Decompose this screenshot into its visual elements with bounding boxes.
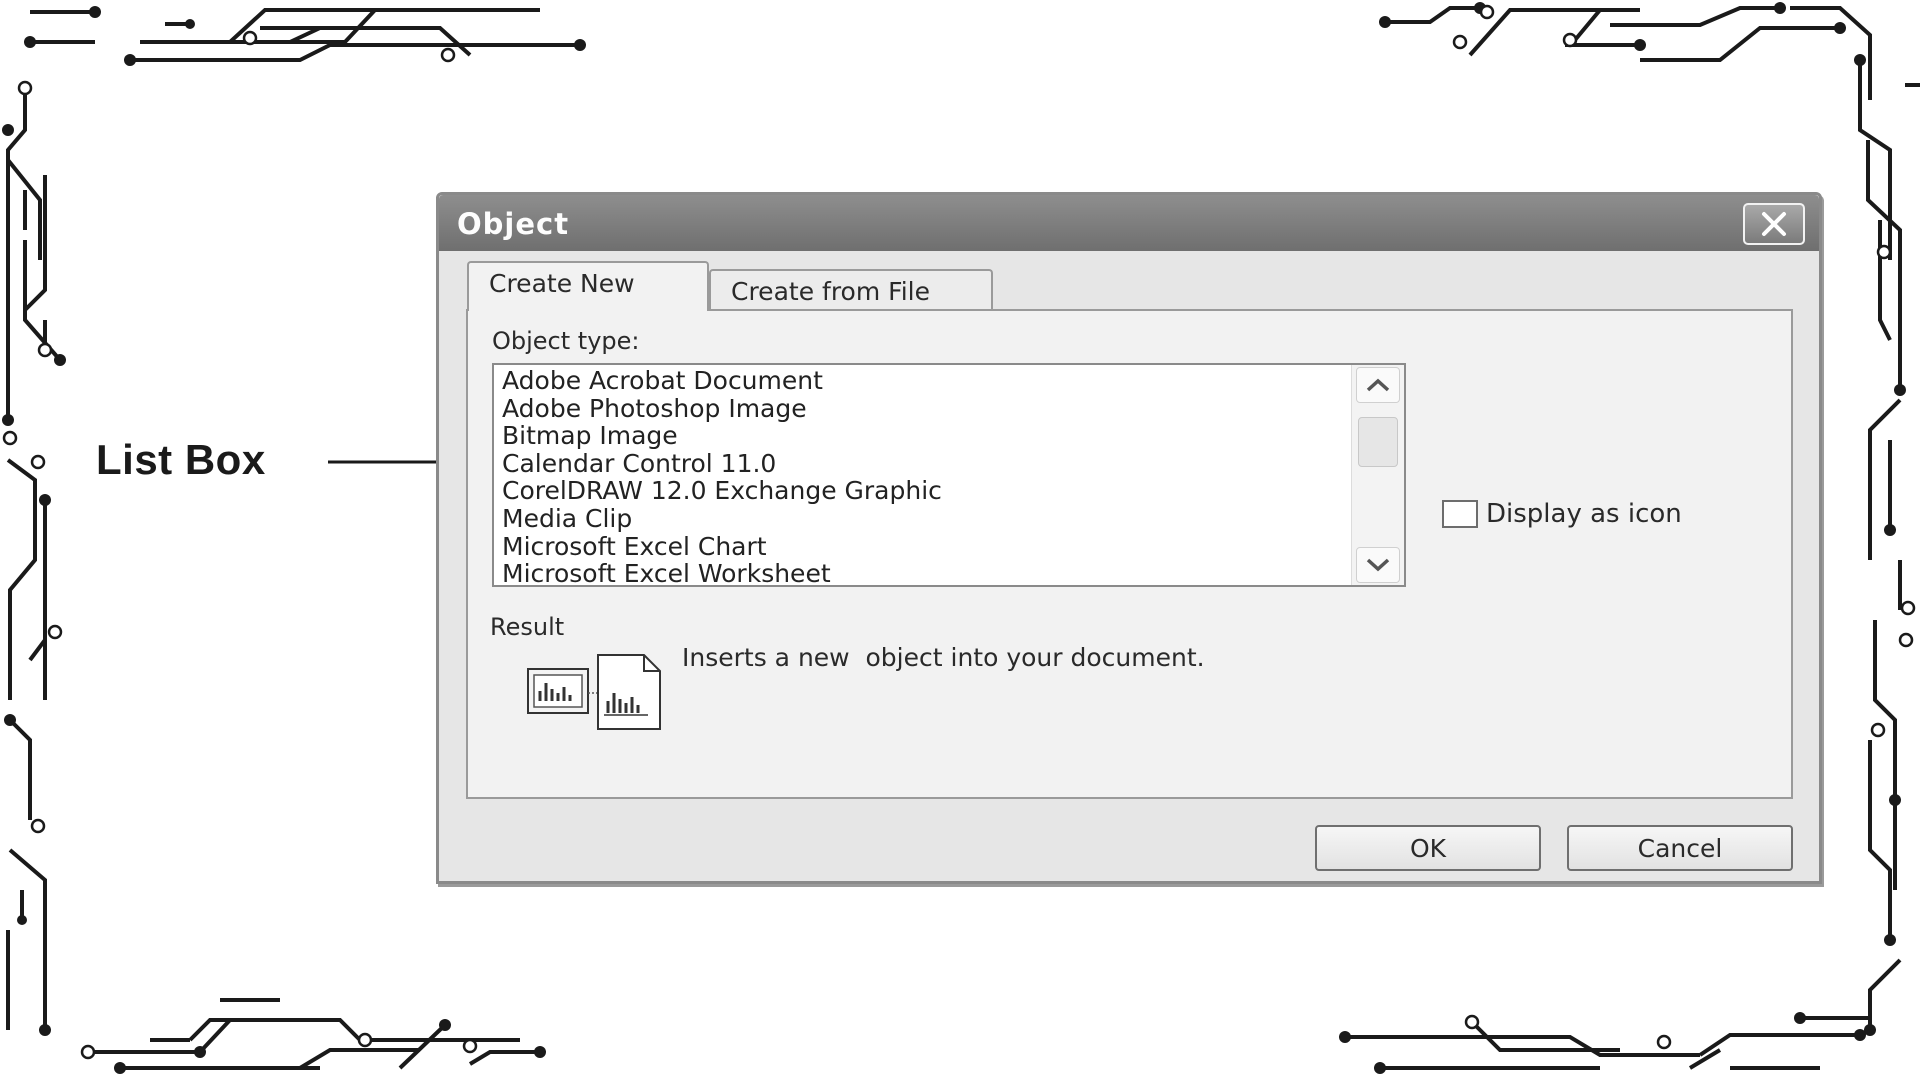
- list-item[interactable]: Microsoft Excel Chart: [502, 532, 1348, 561]
- display-as-icon-label: Display as icon: [1486, 499, 1682, 529]
- close-button[interactable]: [1743, 203, 1805, 245]
- object-type-listbox[interactable]: Adobe Acrobat Document Adobe Photoshop I…: [492, 363, 1406, 587]
- dialog-titlebar[interactable]: Object: [439, 195, 1819, 251]
- display-as-icon-checkbox[interactable]: [1442, 500, 1478, 528]
- object-type-label: Object type:: [492, 327, 640, 355]
- scroll-up-button[interactable]: [1356, 367, 1400, 403]
- list-item[interactable]: Media Clip: [502, 505, 1348, 533]
- dialog-title: Object: [457, 207, 570, 241]
- tab-create-new[interactable]: Create New: [467, 261, 709, 311]
- object-type-list: Adobe Acrobat Document Adobe Photoshop I…: [502, 367, 1348, 585]
- object-dialog: Object Create New Create from File Objec…: [436, 192, 1822, 884]
- close-icon: [1762, 212, 1786, 236]
- scroll-thumb[interactable]: [1358, 417, 1398, 467]
- display-as-icon-option[interactable]: Display as icon: [1442, 499, 1682, 529]
- insert-object-icon: [527, 654, 661, 730]
- list-item[interactable]: Adobe Acrobat Document: [502, 367, 1348, 395]
- chevron-down-icon: [1366, 558, 1390, 572]
- cancel-button[interactable]: Cancel: [1567, 825, 1793, 871]
- list-item[interactable]: Microsoft Excel Worksheet: [502, 560, 1348, 585]
- scroll-down-button[interactable]: [1356, 547, 1400, 583]
- list-item[interactable]: Bitmap Image: [502, 422, 1348, 450]
- list-item[interactable]: CorelDRAW 12.0 Exchange Graphic: [502, 477, 1348, 505]
- list-item[interactable]: Calendar Control 11.0: [502, 450, 1348, 478]
- result-label: Result: [490, 613, 565, 641]
- result-description: Inserts a new object into your document.: [682, 643, 1205, 672]
- chevron-up-icon: [1366, 378, 1390, 392]
- listbox-scrollbar[interactable]: [1351, 365, 1404, 585]
- tab-create-from-file[interactable]: Create from File: [709, 269, 993, 309]
- ok-button[interactable]: OK: [1315, 825, 1541, 871]
- list-box-callout-label: List Box: [96, 436, 266, 483]
- list-item[interactable]: Adobe Photoshop Image: [502, 394, 1348, 423]
- create-new-panel: Object type: Adobe Acrobat Document Adob…: [466, 309, 1793, 799]
